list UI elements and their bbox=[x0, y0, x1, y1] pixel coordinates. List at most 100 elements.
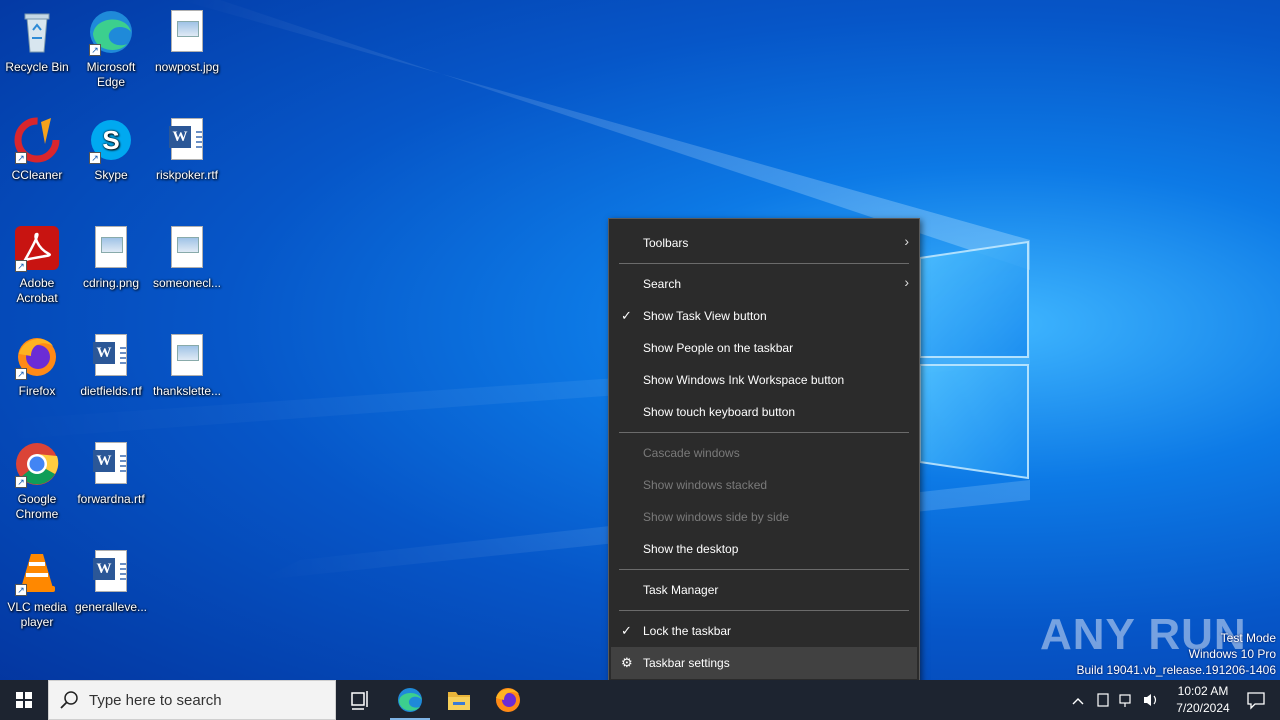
taskbar-file-explorer-button[interactable] bbox=[435, 680, 483, 720]
taskbar-firefox-button[interactable] bbox=[484, 680, 532, 720]
image-file-icon bbox=[163, 8, 211, 56]
checkmark-icon: ✓ bbox=[621, 308, 632, 323]
menu-item-lock-taskbar[interactable]: ✓ Lock the taskbar bbox=[611, 615, 917, 647]
watermark-text: Test Mode Windows 10 Pro Build 19041.vb_… bbox=[1077, 630, 1277, 678]
desktop-icon-nowpost[interactable]: nowpost.jpg bbox=[150, 8, 224, 75]
firefox-icon bbox=[496, 688, 520, 712]
desktop-icon-cdring[interactable]: cdring.png bbox=[74, 224, 148, 291]
menu-item-show-desktop[interactable]: Show the desktop bbox=[611, 533, 917, 565]
shortcut-arrow-icon: ↗ bbox=[89, 152, 101, 164]
menu-item-label: Cascade windows bbox=[643, 446, 740, 460]
anyrun-watermark: ANY RUN Test Mode Windows 10 Pro Build 1… bbox=[1040, 610, 1280, 680]
folder-icon bbox=[448, 692, 470, 710]
desktop-icon-label: CCleaner bbox=[11, 168, 63, 182]
search-icon bbox=[60, 691, 78, 709]
desktop-icon-label: Google Chrome bbox=[15, 492, 59, 521]
menu-item-label: Show People on the taskbar bbox=[643, 341, 794, 355]
menu-item-label: Search bbox=[643, 277, 682, 291]
menu-item-label: Lock the taskbar bbox=[643, 624, 732, 638]
task-view-button[interactable] bbox=[336, 680, 384, 720]
desktop-icon-label: dietfields.rtf bbox=[80, 384, 142, 398]
menu-item-label: Show windows stacked bbox=[643, 478, 768, 492]
tray-icons bbox=[1072, 693, 1157, 707]
desktop-icon-generalleve[interactable]: W generalleve... bbox=[74, 548, 148, 615]
desktop-icon-label: nowpost.jpg bbox=[154, 60, 220, 74]
desktop-icon-google-chrome[interactable]: ↗ Google Chrome bbox=[0, 440, 74, 522]
notification-icon bbox=[1247, 692, 1265, 710]
desktop-icon-someonecl[interactable]: someonecl... bbox=[150, 224, 224, 291]
volume-icon bbox=[1144, 694, 1151, 706]
image-file-icon bbox=[87, 224, 135, 272]
taskbar-context-menu: Toolbars › Search › ✓ Show Task View but… bbox=[608, 218, 920, 687]
start-button[interactable] bbox=[0, 680, 48, 720]
shortcut-arrow-icon: ↗ bbox=[15, 368, 27, 380]
desktop-icon-label: VLC media player bbox=[7, 600, 67, 629]
windows-logo-icon bbox=[16, 692, 32, 708]
desktop-icon-recycle-bin[interactable]: Recycle Bin bbox=[0, 8, 74, 75]
desktop-icon-forwardna[interactable]: W forwardna.rtf bbox=[74, 440, 148, 507]
chevron-up-icon bbox=[1072, 698, 1084, 705]
chevron-right-icon: › bbox=[904, 233, 909, 249]
recycle-bin-icon bbox=[13, 8, 61, 56]
desktop-icon-label: Adobe Acrobat bbox=[16, 276, 58, 305]
desktop-icon-label: Microsoft Edge bbox=[86, 60, 136, 89]
menu-separator bbox=[619, 569, 909, 570]
menu-item-label: Show windows side by side bbox=[643, 510, 790, 524]
windows-edition-label: Windows 10 Pro bbox=[1188, 647, 1276, 661]
desktop-icon-skype[interactable]: S ↗ Skype bbox=[74, 116, 148, 183]
image-file-icon bbox=[163, 224, 211, 272]
desktop-icon-label: Skype bbox=[94, 168, 128, 182]
desktop-icon-firefox[interactable]: ↗ Firefox bbox=[0, 332, 74, 399]
desktop-icon-label: thankslette... bbox=[152, 384, 222, 398]
edge-icon: ↗ bbox=[87, 8, 135, 56]
menu-item-label: Toolbars bbox=[643, 236, 689, 250]
desktop-icon-riskpoker[interactable]: W riskpoker.rtf bbox=[150, 116, 224, 183]
desktop-icon-microsoft-edge[interactable]: ↗ Microsoft Edge bbox=[74, 8, 148, 90]
desktop-icon-adobe-acrobat[interactable]: ↗ Adobe Acrobat bbox=[0, 224, 74, 306]
gear-icon: ⚙ bbox=[621, 655, 633, 670]
ccleaner-icon: ↗ bbox=[13, 116, 61, 164]
build-label: Build 19041.vb_release.191206-1406 bbox=[1076, 663, 1277, 677]
taskbar-search-box[interactable]: Type here to search bbox=[48, 680, 336, 720]
menu-item-cascade-windows: Cascade windows bbox=[611, 437, 917, 469]
skype-icon: S ↗ bbox=[87, 116, 135, 164]
svg-text:S: S bbox=[102, 125, 119, 155]
desktop-icon-ccleaner[interactable]: ↗ CCleaner bbox=[0, 116, 74, 183]
menu-item-show-task-view[interactable]: ✓ Show Task View button bbox=[611, 300, 917, 332]
taskbar-clock[interactable]: 10:02 AM 7/20/2024 bbox=[1168, 683, 1238, 717]
menu-item-taskbar-settings[interactable]: ⚙ Taskbar settings bbox=[611, 647, 917, 679]
desktop-icon-label: cdring.png bbox=[82, 276, 140, 290]
taskbar-edge-button[interactable] bbox=[386, 680, 434, 720]
menu-item-search[interactable]: Search › bbox=[611, 268, 917, 300]
menu-item-show-ink-workspace[interactable]: Show Windows Ink Workspace button bbox=[611, 364, 917, 396]
chrome-icon: ↗ bbox=[13, 440, 61, 488]
shortcut-arrow-icon: ↗ bbox=[15, 260, 27, 272]
notification-center-button[interactable] bbox=[1246, 690, 1266, 710]
checkmark-icon: ✓ bbox=[621, 623, 632, 638]
chevron-right-icon: › bbox=[904, 274, 909, 290]
clock-date: 7/20/2024 bbox=[1176, 701, 1230, 715]
system-tray: 10:02 AM 7/20/2024 bbox=[1060, 680, 1280, 720]
security-icon bbox=[1097, 693, 1109, 707]
word-document-icon: W bbox=[163, 116, 211, 164]
menu-separator bbox=[619, 610, 909, 611]
taskbar: Type here to search 10:02 AM 7/20/2024 bbox=[0, 680, 1280, 720]
menu-item-label: Show the desktop bbox=[643, 542, 739, 556]
desktop-icon-vlc[interactable]: ↗ VLC media player bbox=[0, 548, 74, 630]
image-file-icon bbox=[163, 332, 211, 380]
menu-item-show-touch-keyboard[interactable]: Show touch keyboard button bbox=[611, 396, 917, 428]
clock-time: 10:02 AM bbox=[1177, 684, 1229, 698]
desktop-icon-label: Recycle Bin bbox=[5, 60, 69, 74]
menu-separator bbox=[619, 263, 909, 264]
menu-item-toolbars[interactable]: Toolbars › bbox=[611, 227, 917, 259]
desktop-icon-thankslette[interactable]: thankslette... bbox=[150, 332, 224, 399]
menu-item-label: Task Manager bbox=[643, 583, 719, 597]
menu-item-label: Taskbar settings bbox=[643, 656, 730, 670]
word-document-icon: W bbox=[87, 440, 135, 488]
search-placeholder: Type here to search bbox=[89, 692, 222, 709]
menu-item-task-manager[interactable]: Task Manager bbox=[611, 574, 917, 606]
task-view-icon bbox=[351, 691, 368, 710]
word-document-icon: W bbox=[87, 332, 135, 380]
menu-item-show-people[interactable]: Show People on the taskbar bbox=[611, 332, 917, 364]
desktop-icon-dietfields[interactable]: W dietfields.rtf bbox=[74, 332, 148, 399]
